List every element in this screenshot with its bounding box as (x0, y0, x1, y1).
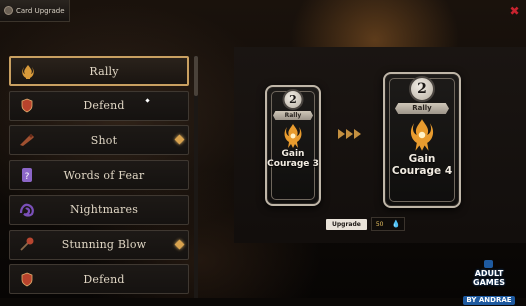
gun-icon (18, 131, 36, 149)
card-list-item-label: Rally (89, 64, 119, 78)
courage-value: 4 (444, 164, 453, 177)
flame-icon: 💧 (391, 220, 401, 228)
rally-icon (19, 63, 37, 81)
upgraded-card: 2 Rally Gain Courage 4 (383, 72, 461, 208)
card-list-item[interactable]: Defend (9, 90, 189, 121)
card-list-item[interactable]: Defend (9, 264, 189, 295)
card-description: Gain Courage 3 (267, 149, 319, 170)
flame-figure-icon (408, 118, 436, 156)
desc-text: Courage (267, 158, 310, 169)
triple-arrow-icon (338, 129, 361, 139)
card-list-item-label: Shot (90, 133, 118, 147)
card-list-item-label: Stunning Blow (61, 238, 147, 251)
card-cost-badge: 2 (282, 89, 304, 110)
card-list-item-label: Defend (83, 99, 125, 113)
nightmare-icon (18, 201, 36, 219)
watermark-line-2: BY ANDRAE (463, 296, 515, 305)
window-title-bar: Card Upgrade (0, 0, 70, 22)
upgrade-bar: Upgrade 50 💧 (326, 217, 406, 231)
watermark-logo: ADULT GAMES BY ANDRAE (458, 260, 520, 305)
card-list-item-label: Words of Fear (63, 168, 145, 182)
desc-line-2: Courage 3 (267, 158, 319, 170)
card-list-item[interactable]: Rally (9, 56, 189, 86)
card-list-item-label: Defend (83, 272, 125, 286)
courage-value: 3 (312, 158, 319, 169)
mace-icon (18, 236, 36, 254)
watermark-badge-icon (484, 260, 493, 268)
card-list-scroll-thumb[interactable] (194, 56, 198, 96)
card-list-item[interactable]: Nightmares (9, 194, 189, 225)
upgrade-cost: 50 💧 (370, 217, 406, 231)
card-name-banner: Rally (395, 103, 449, 114)
shield-icon (18, 97, 36, 115)
scroll-icon: ? (18, 166, 36, 184)
card-list-item[interactable]: ? Words of Fear (9, 160, 189, 191)
upgrade-cost-value: 50 (375, 220, 384, 228)
shield-icon (18, 270, 36, 288)
desc-text: Courage (391, 164, 442, 177)
card-list-item[interactable]: Shot (9, 125, 189, 156)
watermark-line-1: ADULT GAMES (473, 269, 505, 287)
card-name-banner: Rally (273, 111, 313, 120)
card-list-item-label: Nightmares (69, 203, 139, 217)
close-icon[interactable]: ✖ (509, 5, 520, 17)
upgrade-button[interactable]: Upgrade (326, 218, 367, 230)
app-logo-icon (4, 6, 13, 15)
upgrade-available-icon (174, 239, 185, 249)
card-description: Gain Courage 4 (385, 153, 459, 178)
card-cost-badge: 2 (409, 76, 435, 102)
window-title: Card Upgrade (16, 6, 65, 15)
upgrade-available-icon (174, 134, 185, 145)
desc-line-2: Courage 4 (385, 164, 459, 178)
card-list-item[interactable]: Stunning Blow (9, 229, 189, 260)
svg-text:?: ? (25, 172, 30, 182)
current-card: 2 Rally Gain Courage 3 (265, 85, 321, 206)
